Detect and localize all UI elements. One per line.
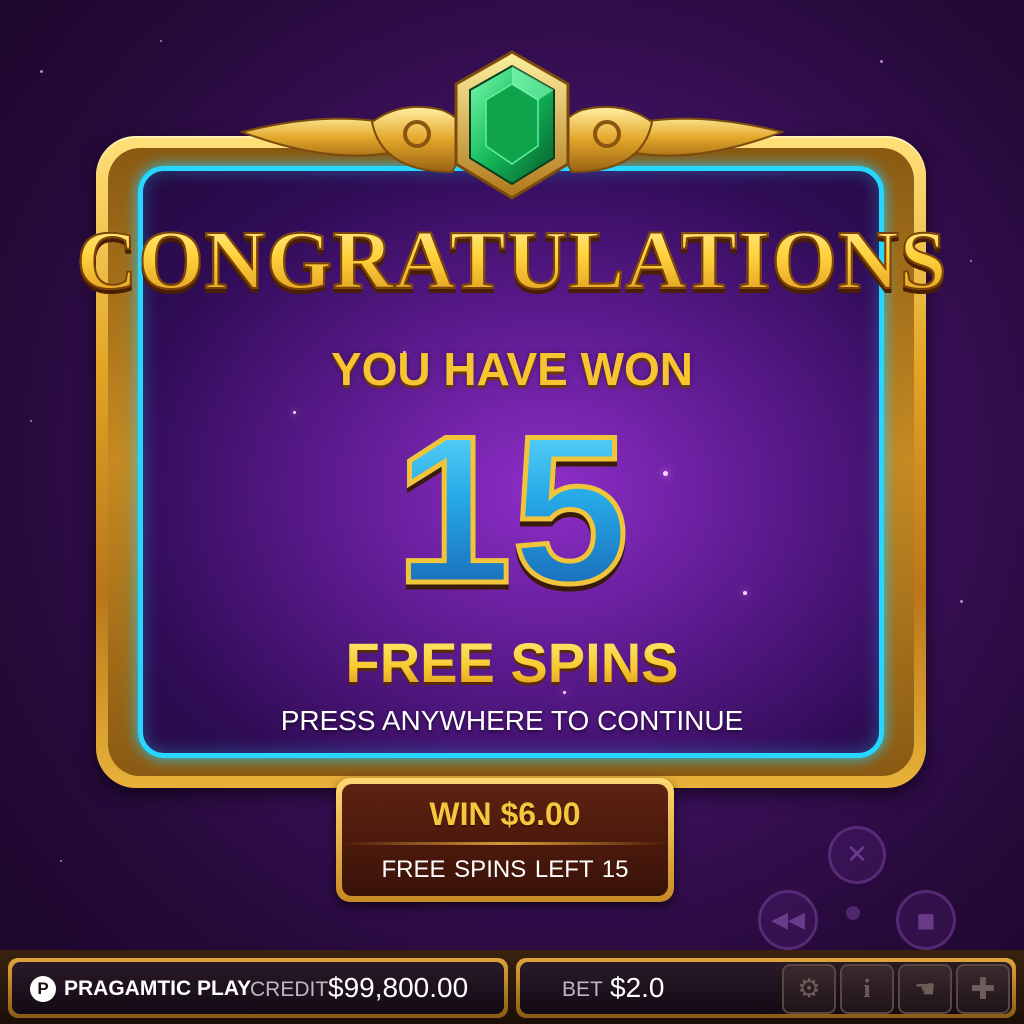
info-icon: i <box>863 974 871 1003</box>
brand-name: PRAGAMTIC PLAY <box>64 977 252 1000</box>
info-button[interactable]: i <box>840 964 894 1014</box>
press-to-continue-text: PRESS ANYWHERE TO CONTINUE <box>280 705 744 736</box>
background-star <box>160 40 162 42</box>
history-button[interactable]: ☚ <box>898 964 952 1014</box>
congratulations-title: CONGRATULATIONS <box>0 212 1024 309</box>
background-star <box>40 70 43 73</box>
credit-value: $99,800.00 <box>328 972 469 1003</box>
hand-icon: ☚ <box>914 975 936 1003</box>
autoplay-button[interactable]: ■ <box>896 890 956 950</box>
brand-logo: P PRAGAMTIC PLAY <box>30 973 251 1005</box>
you-have-won-text: YOU HAVE WON <box>330 343 694 395</box>
bet-label: BET <box>562 978 603 1001</box>
gear-icon: ⚙ <box>797 974 821 1004</box>
win-amount: WIN $6.00 <box>429 796 581 832</box>
plus-icon: ✚ <box>970 971 996 1007</box>
win-panel: WIN $6.00 FREE SPINS LEFT 15 <box>336 778 674 902</box>
more-button[interactable]: ✚ <box>956 964 1010 1014</box>
bet-value[interactable]: $2.0 <box>610 972 665 1004</box>
credit-label: CREDIT <box>250 978 329 1001</box>
free-spins-label: FREE SPINS <box>0 630 1024 695</box>
background-star <box>60 860 62 862</box>
settings-button[interactable]: ⚙ <box>782 964 836 1014</box>
game-screen[interactable]: CONGRATULATIONS YOU HAVE WON 15 FREE SPI… <box>0 0 1024 1024</box>
spin-indicator-dot <box>846 906 860 920</box>
turbo-spin-button[interactable]: ✕ <box>828 826 886 884</box>
brand-logo-icon: P <box>30 976 56 1002</box>
free-spins-left: FREE SPINS LEFT 15 <box>381 856 629 883</box>
background-star <box>880 60 883 63</box>
rewind-button[interactable]: ◀◀ <box>758 890 818 950</box>
emerald-gem-icon <box>454 50 570 200</box>
free-spins-count: 15 <box>0 392 1024 627</box>
win-panel-divider <box>342 842 668 845</box>
